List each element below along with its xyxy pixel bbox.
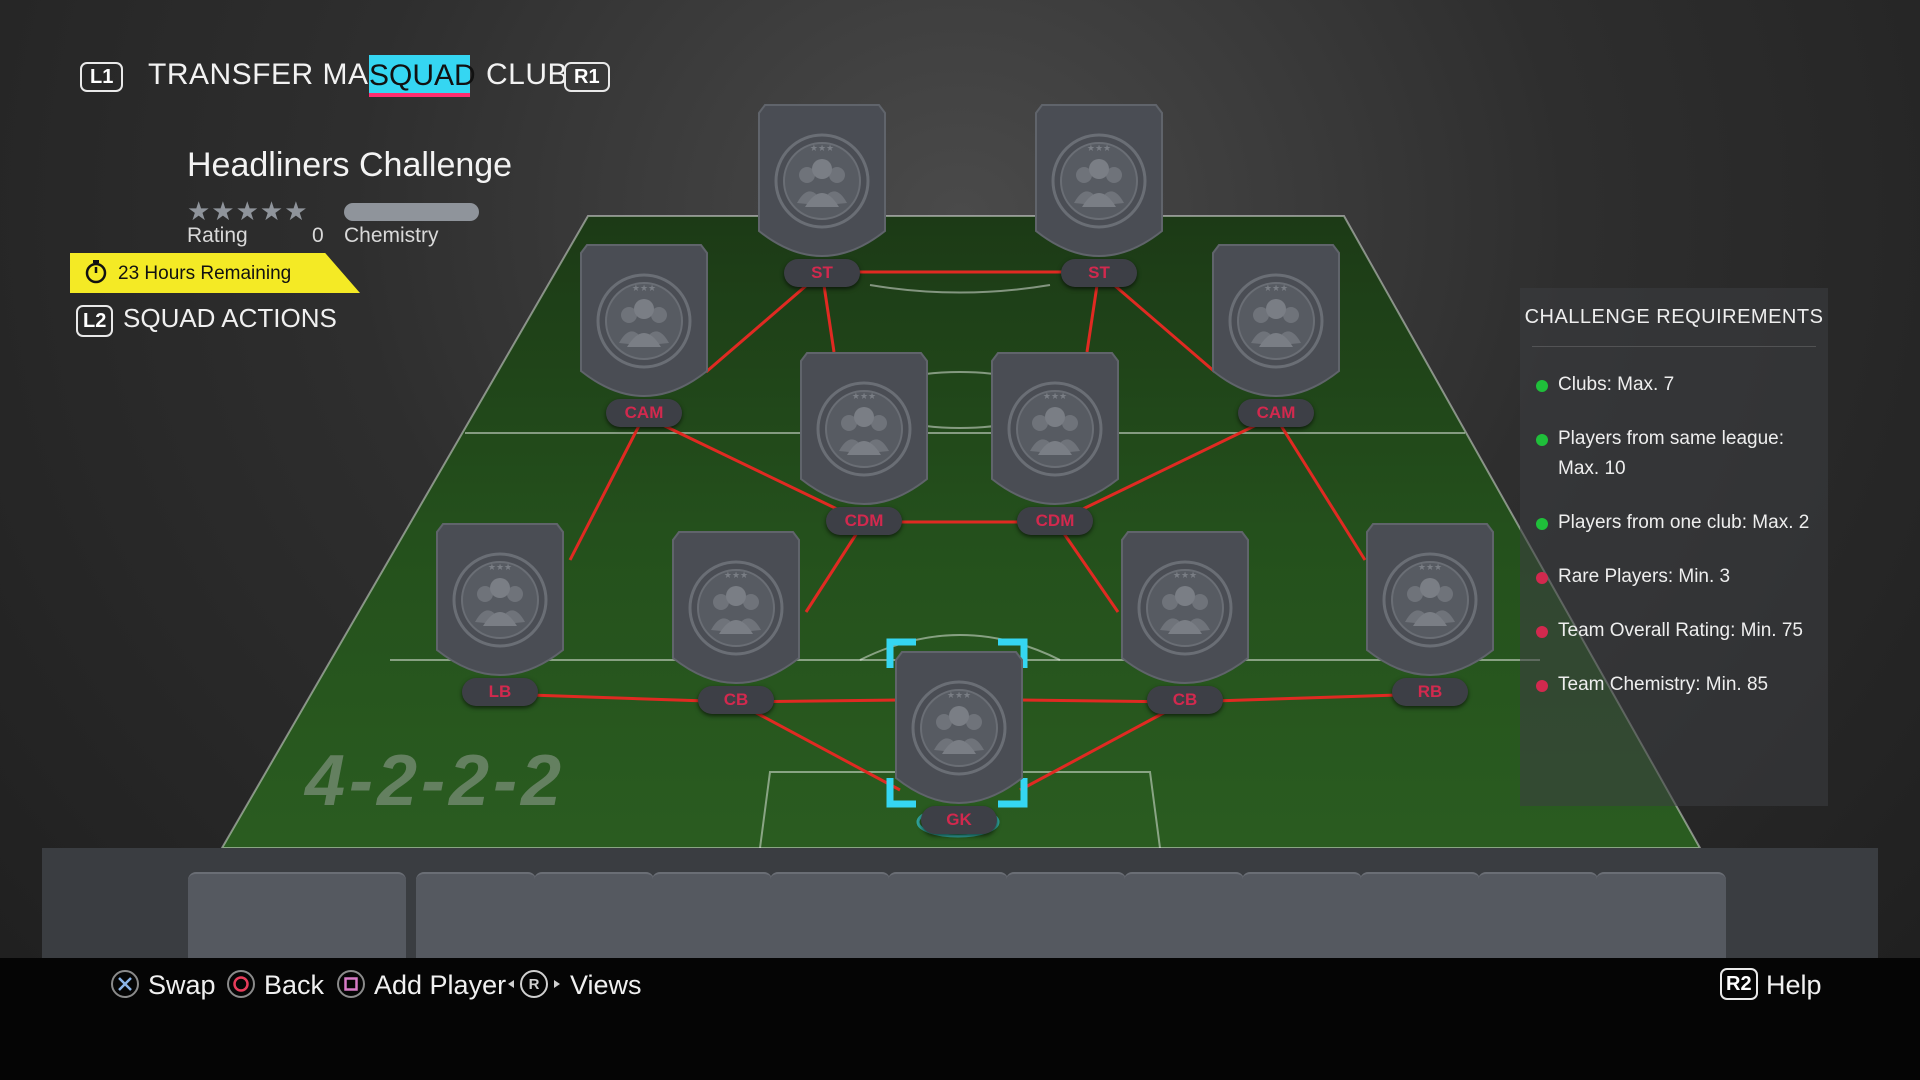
status-dot-met [1536,518,1548,530]
svg-text:★★★: ★★★ [1087,143,1111,153]
substitute-slot[interactable] [188,872,406,964]
challenge-title: Headliners Challenge [187,146,513,184]
back-hint[interactable]: Back [264,970,324,1001]
status-dot-unmet [1536,626,1548,638]
empty-card-icon: ★★★ [800,352,928,505]
chemistry-bar [344,203,479,221]
player-slot-rb[interactable]: ★★★ RB [1365,522,1495,706]
requirements-title: CHALLENGE REQUIREMENTS [1524,306,1824,328]
status-dot-unmet [1536,572,1548,584]
player-slot-cb-right[interactable]: ★★★ CB [1120,530,1250,714]
empty-card-icon: ★★★ [1212,244,1340,397]
formation-label: 4-2-2-2 [305,741,566,821]
empty-card-icon: ★★★ [991,352,1119,505]
timer-banner: 23 Hours Remaining [70,253,360,293]
tab-club[interactable]: CLUB [486,58,568,92]
position-label: ST [784,259,860,287]
swap-hint[interactable]: Swap [148,970,216,1001]
right-stick-label: R [529,976,540,993]
requirement-text: Clubs: Max. 7 [1558,374,1675,395]
player-slot-cdm-right[interactable]: ★★★ CDM [990,351,1120,535]
l2-button[interactable]: L2 [76,305,114,337]
position-label: LB [462,678,538,706]
position-label: ST [1061,259,1137,287]
r2-button[interactable]: R2 [1720,968,1758,1000]
timer-text: 23 Hours Remaining [118,263,292,284]
right-stick-icon[interactable]: R [506,969,562,999]
reserve-slot[interactable] [1006,872,1126,964]
player-slot-cb-left[interactable]: ★★★ CB [671,530,801,714]
player-slot-lb[interactable]: ★★★ LB [435,522,565,706]
views-hint[interactable]: Views [570,970,642,1001]
player-slot-gk[interactable]: ★★★ GK [886,638,1028,834]
square-button-icon[interactable] [336,969,366,999]
requirement-text: Players from one club: Max. 2 [1558,512,1810,533]
svg-text:★★★: ★★★ [1418,562,1442,572]
reserve-slot[interactable] [416,872,536,964]
reserve-slot[interactable] [1360,872,1480,964]
requirement-text: Rare Players: Min. 3 [1558,566,1731,587]
reserve-slot[interactable] [1478,872,1598,964]
stopwatch-icon [85,260,107,284]
squad-actions-button[interactable]: SQUAD ACTIONS [123,303,337,334]
help-hint[interactable]: Help [1766,970,1822,1001]
player-slot-st-right[interactable]: ★★★ ST [1034,103,1164,287]
cross-button-icon[interactable] [110,969,140,999]
svg-text:★★★: ★★★ [724,570,748,580]
position-label: CB [698,686,774,714]
empty-card-icon: ★★★ [1121,531,1249,684]
rating-stars: ★★★★★ [187,196,309,226]
rating-value: 0 [312,224,324,247]
divider [1532,346,1816,347]
svg-text:★★★: ★★★ [1173,570,1197,580]
empty-card-icon: ★★★ [1366,523,1494,676]
position-label: CDM [826,507,902,535]
empty-card-icon: ★★★ [895,651,1023,804]
empty-card-icon: ★★★ [580,244,708,397]
reserve-slot[interactable] [1124,872,1244,964]
svg-text:★★★: ★★★ [632,283,656,293]
challenge-requirements-panel: CHALLENGE REQUIREMENTS Clubs: Max. 7 Pla… [1520,288,1828,806]
circle-button-icon[interactable] [226,969,256,999]
rating-label: Rating [187,224,248,247]
tab-squad[interactable]: SQUAD [369,55,476,97]
requirement-text: Players from same league: Max. 10 [1558,428,1784,479]
player-slot-cdm-left[interactable]: ★★★ CDM [799,351,929,535]
reserve-slot[interactable] [1242,872,1362,964]
position-label: CDM [1017,507,1093,535]
empty-card-icon: ★★★ [758,104,886,257]
reserve-slot[interactable] [1596,872,1726,964]
empty-card-icon: ★★★ [1035,104,1163,257]
position-label: CAM [606,399,682,427]
svg-text:★★★: ★★★ [852,391,876,401]
player-slot-cam-right[interactable]: ★★★ CAM [1211,243,1341,427]
requirement-text: Team Overall Rating: Min. 75 [1558,620,1803,641]
svg-text:★★★: ★★★ [1264,283,1288,293]
position-label: RB [1392,678,1468,706]
requirement-text: Team Chemistry: Min. 85 [1558,674,1769,695]
add-player-hint[interactable]: Add Player [374,970,506,1001]
svg-text:★★★: ★★★ [1043,391,1067,401]
l1-button[interactable]: L1 [80,62,124,92]
svg-text:★★★: ★★★ [488,562,512,572]
svg-text:★★★: ★★★ [810,143,834,153]
chemistry-label: Chemistry [344,224,439,247]
empty-card-icon: ★★★ [436,523,564,676]
svg-text:★★★: ★★★ [947,690,971,700]
status-dot-met [1536,434,1548,446]
player-slot-cam-left[interactable]: ★★★ CAM [579,243,709,427]
reserve-slot[interactable] [534,872,654,964]
reserve-slot[interactable] [770,872,890,964]
position-label: GK [921,806,997,834]
position-label: CAM [1238,399,1314,427]
position-label: CB [1147,686,1223,714]
status-dot-unmet [1536,680,1548,692]
status-dot-met [1536,380,1548,392]
reserve-slot[interactable] [652,872,772,964]
player-slot-st-left[interactable]: ★★★ ST [757,103,887,287]
reserve-slot[interactable] [888,872,1008,964]
empty-card-icon: ★★★ [672,531,800,684]
r1-button[interactable]: R1 [564,62,610,92]
